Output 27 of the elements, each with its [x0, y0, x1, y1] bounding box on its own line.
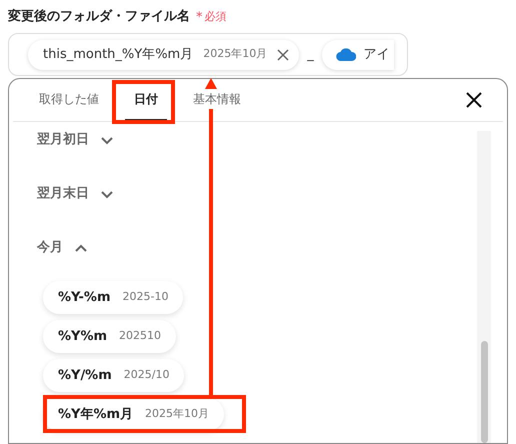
format-option[interactable]: %Y/%m 2025/10 — [43, 359, 184, 392]
format-option[interactable]: %Y-%m 2025-10 — [43, 281, 184, 314]
section-header[interactable]: 翌月末日 — [37, 176, 113, 212]
chip-label: アイ — [364, 46, 390, 64]
format-preview: 2025/10 — [124, 367, 170, 384]
format-label: %Y年%m月 — [58, 406, 134, 424]
chip-preview: 2025年10月 — [203, 46, 268, 62]
format-option[interactable]: %Y%m 202510 — [43, 320, 176, 353]
required-text: 必須 — [204, 8, 226, 25]
format-preview: 202510 — [119, 328, 162, 344]
tab[interactable]: 基本情報 — [184, 79, 250, 121]
format-label: %Y-%m — [58, 288, 110, 307]
format-label: %Y%m — [58, 328, 108, 346]
section-header[interactable]: 翌月初日 — [37, 122, 113, 158]
input-field[interactable]: this_month_%Y年%m月 2025年10月 _ アイ — [8, 33, 408, 76]
separator-text: _ — [307, 46, 314, 64]
section-header[interactable]: 今月 — [37, 230, 87, 266]
variable-chip[interactable]: アイ — [322, 40, 394, 70]
variable-chip[interactable]: this_month_%Y年%m月 2025年10月 — [28, 40, 300, 70]
tab[interactable]: 日付 — [125, 79, 167, 121]
field-label: 変更後のフォルダ・ファイル名 — [8, 8, 190, 26]
required-mark: * — [196, 10, 202, 24]
format-preview: 2025-10 — [122, 289, 168, 306]
tab[interactable]: 取得した値 — [30, 79, 108, 121]
format-preview: 2025年10月 — [145, 406, 210, 422]
chip-label: this_month_%Y年%m月 — [43, 46, 194, 64]
format-label: %Y/%m — [58, 366, 112, 385]
